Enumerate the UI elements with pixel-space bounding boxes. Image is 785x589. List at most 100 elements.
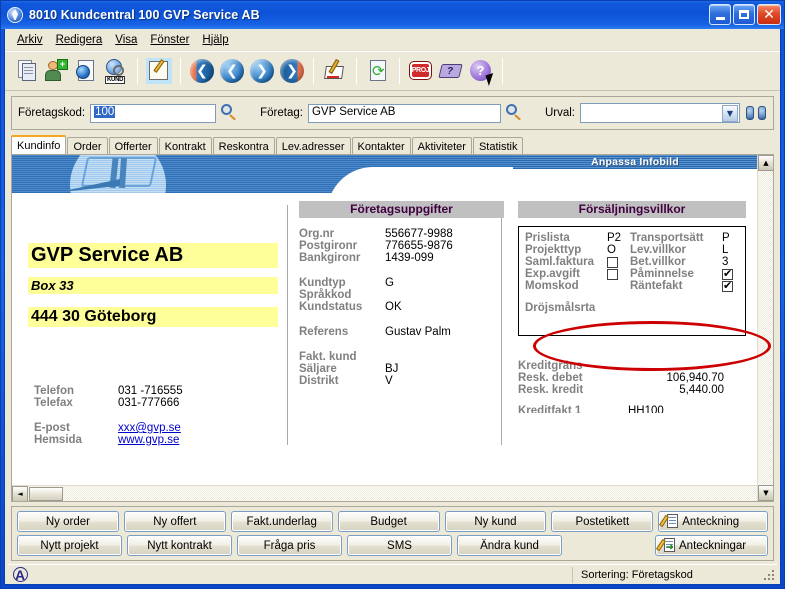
info-content-area: Anpassa Infobild GVP Service AB Box 33 4… (11, 154, 774, 502)
close-button[interactable]: ✕ (757, 4, 781, 25)
anteckningar-button[interactable]: ➜ Anteckningar (655, 535, 768, 556)
previous-record-button[interactable]: ❮ (217, 55, 247, 87)
tab-strip: Kundinfo Order Offerter Kontrakt Reskont… (11, 135, 774, 154)
tab-label-kontakter: Kontakter (357, 140, 405, 153)
sort-status: Sortering: Företagskod (573, 569, 763, 581)
urval-dropdown[interactable]: ▼ (579, 103, 740, 123)
ny-offert-button[interactable]: Ny offert (123, 511, 226, 532)
epost-link[interactable]: xxx@gvp.se (118, 422, 181, 434)
kreditfakt-label: Kreditfakt 1 (518, 405, 582, 413)
kreditgrans-label: Kreditgräns (518, 360, 583, 372)
nytt-projekt-button[interactable]: Nytt projekt (17, 535, 122, 556)
window-title: 8010 Kundcentral 100 GVP Service AB (29, 8, 260, 22)
project-button[interactable]: PROJ (406, 55, 436, 87)
ny-offert-label: Ny offert (153, 515, 197, 528)
nytt-kontrakt-button[interactable]: Nytt kontrakt (127, 535, 232, 556)
foretagskod-search-icon[interactable] (220, 104, 238, 122)
toolbar-separator (180, 58, 181, 84)
edit-note-button[interactable] (144, 55, 174, 87)
contact-block: Telefon 031 -716555 Telefax 031-777666 E-p… (34, 385, 284, 446)
telefon-value: 031 -716555 (118, 385, 183, 397)
menu-item-arkiv[interactable]: Arkiv (13, 32, 52, 48)
scroll-up-button[interactable]: ▲ (758, 155, 773, 171)
tab-aktiviteter[interactable]: Aktiviteter (411, 137, 472, 154)
address-city: 444 30 Göteborg (28, 307, 278, 327)
anteckning-button[interactable]: Anteckning (658, 511, 768, 532)
saljare-value: BJ (385, 363, 399, 375)
tab-lev-adresser[interactable]: Lev.adresser (275, 137, 351, 154)
minimize-button[interactable] (709, 4, 731, 25)
ny-kund-button[interactable]: Ny kund (444, 511, 547, 532)
budget-label: Budget (370, 515, 407, 528)
resize-grip[interactable] (763, 569, 777, 581)
first-record-button[interactable]: ❮ (187, 55, 217, 87)
tab-offerter[interactable]: Offerter (108, 137, 158, 154)
new-document-icon (13, 58, 39, 84)
tab-statistik[interactable]: Statistik (472, 137, 524, 154)
saljare-label: Säljare (299, 363, 337, 375)
search-panel: Företagskod: 100 Företag: GVP Service AB… (11, 96, 774, 130)
note-pencil-icon (659, 514, 679, 529)
refresh-button[interactable]: ⟳ (363, 55, 393, 87)
resk-kredit-label: Resk. kredit (518, 384, 584, 396)
menu-item-fonster[interactable]: Fönster (146, 32, 198, 48)
web-document-button[interactable] (71, 55, 101, 87)
next-record-button[interactable]: ❯ (247, 55, 277, 87)
nytt-kontrakt-label: Nytt kontrakt (147, 539, 212, 552)
orgnr-label: Org.nr (299, 228, 335, 240)
telefon-label: Telefon (34, 385, 75, 397)
scroll-left-button[interactable]: ◄ (12, 485, 28, 501)
menu-label-hjalp: Hjälp (202, 33, 229, 46)
menu-item-redigera[interactable]: Redigera (52, 32, 112, 48)
tab-reskontra[interactable]: Reskontra (212, 137, 275, 154)
status-bar: A Sortering: Företagskod (8, 564, 777, 584)
andra-kund-button[interactable]: Ändra kund (457, 535, 562, 556)
menu-label-visa: Visa (115, 33, 138, 46)
menu-item-visa[interactable]: Visa (111, 32, 146, 48)
fraga-pris-button[interactable]: Fråga pris (237, 535, 342, 556)
customize-infobild-button[interactable]: Anpassa Infobild (513, 155, 757, 169)
lookup-book-button[interactable]: ? (436, 55, 466, 87)
sales-terms-header: Försäljningsvillkor (518, 201, 746, 218)
fakt-underlag-button[interactable]: Fakt.underlag (230, 511, 333, 532)
column-divider-1 (287, 205, 288, 445)
foretag-input[interactable]: GVP Service AB (307, 103, 501, 123)
orgnr-value: 556677-9988 (385, 228, 453, 240)
menu-bar: Arkiv Redigera Visa Fönster Hjälp (5, 29, 780, 51)
scroll-down-button[interactable]: ▼ (758, 485, 773, 501)
tab-label-order: Order (73, 140, 102, 153)
tab-order[interactable]: Order (67, 137, 108, 154)
sms-button[interactable]: SMS (347, 535, 452, 556)
referens-label: Referens (299, 326, 349, 338)
foretag-search-icon[interactable] (505, 104, 523, 122)
hemsida-link[interactable]: www.gvp.se (118, 434, 179, 446)
expavgift-checkbox[interactable] (607, 268, 618, 280)
vertical-scrollbar[interactable]: ▲ ▼ (757, 155, 773, 501)
nytt-projekt-label: Nytt projekt (40, 539, 99, 552)
add-customer-button[interactable]: + (41, 55, 71, 87)
ny-order-button[interactable]: Ny order (17, 511, 119, 532)
maximize-button[interactable] (733, 4, 755, 25)
budget-button[interactable]: Budget (337, 511, 440, 532)
postetikett-button[interactable]: Postetikett (551, 511, 654, 532)
tab-kontrakt[interactable]: Kontrakt (158, 137, 212, 154)
expavgift-label: Exp.avgift (525, 268, 580, 280)
binoculars-icon[interactable] (745, 104, 766, 122)
sign-document-button[interactable] (320, 55, 350, 87)
tab-kontakter[interactable]: Kontakter (351, 137, 411, 154)
project-icon-label: PROJ (411, 67, 430, 74)
foretagskod-value: 100 (94, 105, 116, 118)
menu-item-hjalp[interactable]: Hjälp (198, 32, 237, 48)
samlfaktura-checkbox[interactable] (607, 256, 618, 268)
hscroll-thumb[interactable] (29, 486, 63, 501)
lookup-book-icon: ? (438, 58, 464, 84)
help-button[interactable]: ? (466, 55, 497, 87)
foretagskod-input[interactable]: 100 (90, 103, 217, 123)
last-record-button[interactable]: ❯ (277, 55, 307, 87)
rantefakt-checkbox[interactable] (722, 279, 733, 292)
tab-kundinfo[interactable]: Kundinfo (11, 135, 67, 154)
new-document-button[interactable] (11, 55, 41, 87)
horizontal-scrollbar[interactable]: ◄ (12, 485, 757, 501)
customer-search-button[interactable]: KUND (101, 55, 131, 87)
anteckningar-label: Anteckningar (679, 539, 747, 552)
